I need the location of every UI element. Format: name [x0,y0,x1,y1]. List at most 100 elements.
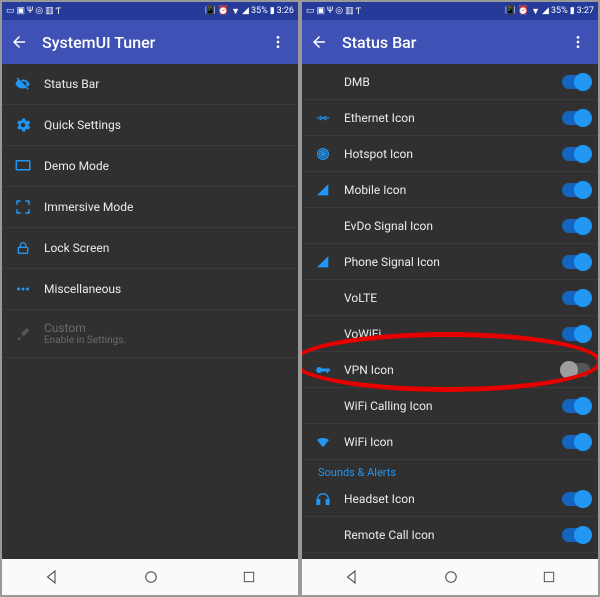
vibrate-icon: 📳 [505,6,516,16]
notif-icon: ▥ [345,6,354,16]
notif-icon: Ψ [27,6,33,16]
toggle-switch[interactable] [562,219,590,233]
row-remote-call[interactable]: Remote Call Icon [302,517,598,553]
wifi-icon: ▼ [231,6,240,17]
toggle-switch[interactable] [562,291,590,305]
nav-home[interactable] [142,568,160,586]
android-statusbar: ▭ ▣ Ψ ◎ ▥ Ƭ 📳 ⏰ ▼ ◢ 35% ▮ 3:26 [2,2,298,20]
row-dmb[interactable]: DMB [302,64,598,100]
battery-icon: ▮ [570,6,575,16]
vpn-key-icon [302,361,344,379]
row-sublabel: Enable in Settings. [44,335,126,346]
gear-icon [2,116,44,134]
menu-list: Status Bar Quick Settings Demo Mode Imme… [2,64,298,559]
notif-icon: Ƭ [356,6,362,17]
notif-icon: Ψ [327,6,333,16]
row-label: Headset Icon [344,492,562,506]
row-demo-mode[interactable]: Demo Mode [2,146,298,187]
row-label: EvDo Signal Icon [344,219,562,233]
row-volte[interactable]: VoLTE [302,280,598,316]
monitor-icon [2,157,44,175]
appbar-title: Status Bar [342,33,566,52]
row-label: WiFi Icon [344,435,562,449]
row-label: DMB [344,75,562,89]
no-sim-icon: ◢ [242,6,249,16]
section-sounds-alerts: Sounds & Alerts [302,460,598,481]
ethernet-icon [302,110,344,126]
row-label: Miscellaneous [44,282,290,296]
notif-icon: ◎ [35,6,43,16]
row-quick-settings[interactable]: Quick Settings [2,105,298,146]
row-label: Ethernet Icon [344,111,562,125]
row-lock-screen[interactable]: Lock Screen [2,228,298,269]
toggle-switch[interactable] [562,183,590,197]
visibility-off-icon [2,75,44,93]
row-label: Phone Signal Icon [344,255,562,269]
notif-icon: Ƭ [56,6,62,17]
notif-icon: ▣ [317,6,326,16]
row-headset[interactable]: Headset Icon [302,481,598,517]
row-phone-signal[interactable]: Phone Signal Icon [302,244,598,280]
row-evdo[interactable]: EvDo Signal Icon [302,208,598,244]
row-custom: Custom Enable in Settings. [2,310,298,358]
toggle-switch[interactable] [562,399,590,413]
toggle-switch[interactable] [562,75,590,89]
toggle-switch[interactable] [562,528,590,542]
no-sim-icon: ◢ [542,6,549,16]
toggle-switch[interactable] [562,255,590,269]
fullscreen-icon [2,198,44,216]
android-navbar [2,559,298,595]
row-label: Lock Screen [44,241,290,255]
android-navbar [302,559,598,595]
vibrate-icon: 📳 [205,6,216,16]
nav-recent[interactable] [241,569,257,585]
row-vowifi[interactable]: VoWiFi [302,316,598,352]
row-label: Quick Settings [44,118,290,132]
row-wifi[interactable]: WiFi Icon [302,424,598,460]
toggle-switch[interactable] [562,435,590,449]
battery-pct: 35% [551,6,568,16]
toggle-switch[interactable] [562,492,590,506]
row-miscellaneous[interactable]: Miscellaneous [2,269,298,310]
alarm-icon: ⏰ [218,6,229,16]
row-label: Immersive Mode [44,200,290,214]
nav-recent[interactable] [541,569,557,585]
row-hotspot[interactable]: Hotspot Icon [302,136,598,172]
notif-icon: ▭ [6,6,15,16]
signal-icon [302,182,344,198]
toggle-switch[interactable] [562,111,590,125]
toggle-switch[interactable] [562,327,590,341]
row-wifi-calling[interactable]: WiFi Calling Icon [302,388,598,424]
android-statusbar: ▭ ▣ Ψ ◎ ▥ Ƭ 📳 ⏰ ▼ ◢ 35% ▮ 3:27 [302,2,598,20]
row-label: Status Bar [44,77,290,91]
toggle-switch[interactable] [562,147,590,161]
alarm-icon: ⏰ [518,6,529,16]
battery-icon: ▮ [270,6,275,16]
appbar: SystemUI Tuner [2,20,298,64]
brush-icon [2,326,44,342]
row-ethernet[interactable]: Ethernet Icon [302,100,598,136]
nav-back[interactable] [343,568,361,586]
battery-pct: 35% [251,6,268,16]
row-immersive-mode[interactable]: Immersive Mode [2,187,298,228]
row-mobile[interactable]: Mobile Icon [302,172,598,208]
toggle-list: DMB Ethernet Icon Hotspot Icon Mobile Ic… [302,64,598,559]
row-label: WiFi Calling Icon [344,399,562,413]
nav-home[interactable] [442,568,460,586]
overflow-menu[interactable] [566,34,590,50]
notif-icon: ▥ [45,6,54,16]
row-label: VPN Icon [344,363,562,377]
row-vpn[interactable]: VPN Icon [302,352,598,388]
wifi-icon: ▼ [531,6,540,17]
nav-back[interactable] [43,568,61,586]
notif-icon: ▣ [17,6,26,16]
toggle-switch[interactable] [562,363,590,377]
appbar-title: SystemUI Tuner [42,33,266,52]
overflow-menu[interactable] [266,34,290,50]
row-status-bar[interactable]: Status Bar [2,64,298,105]
row-label: VoWiFi [344,327,562,341]
back-button[interactable] [10,33,28,51]
notif-icon: ▭ [306,6,315,16]
back-button[interactable] [310,33,328,51]
phone-left: ▭ ▣ Ψ ◎ ▥ Ƭ 📳 ⏰ ▼ ◢ 35% ▮ 3:26 SystemUI … [2,2,298,595]
